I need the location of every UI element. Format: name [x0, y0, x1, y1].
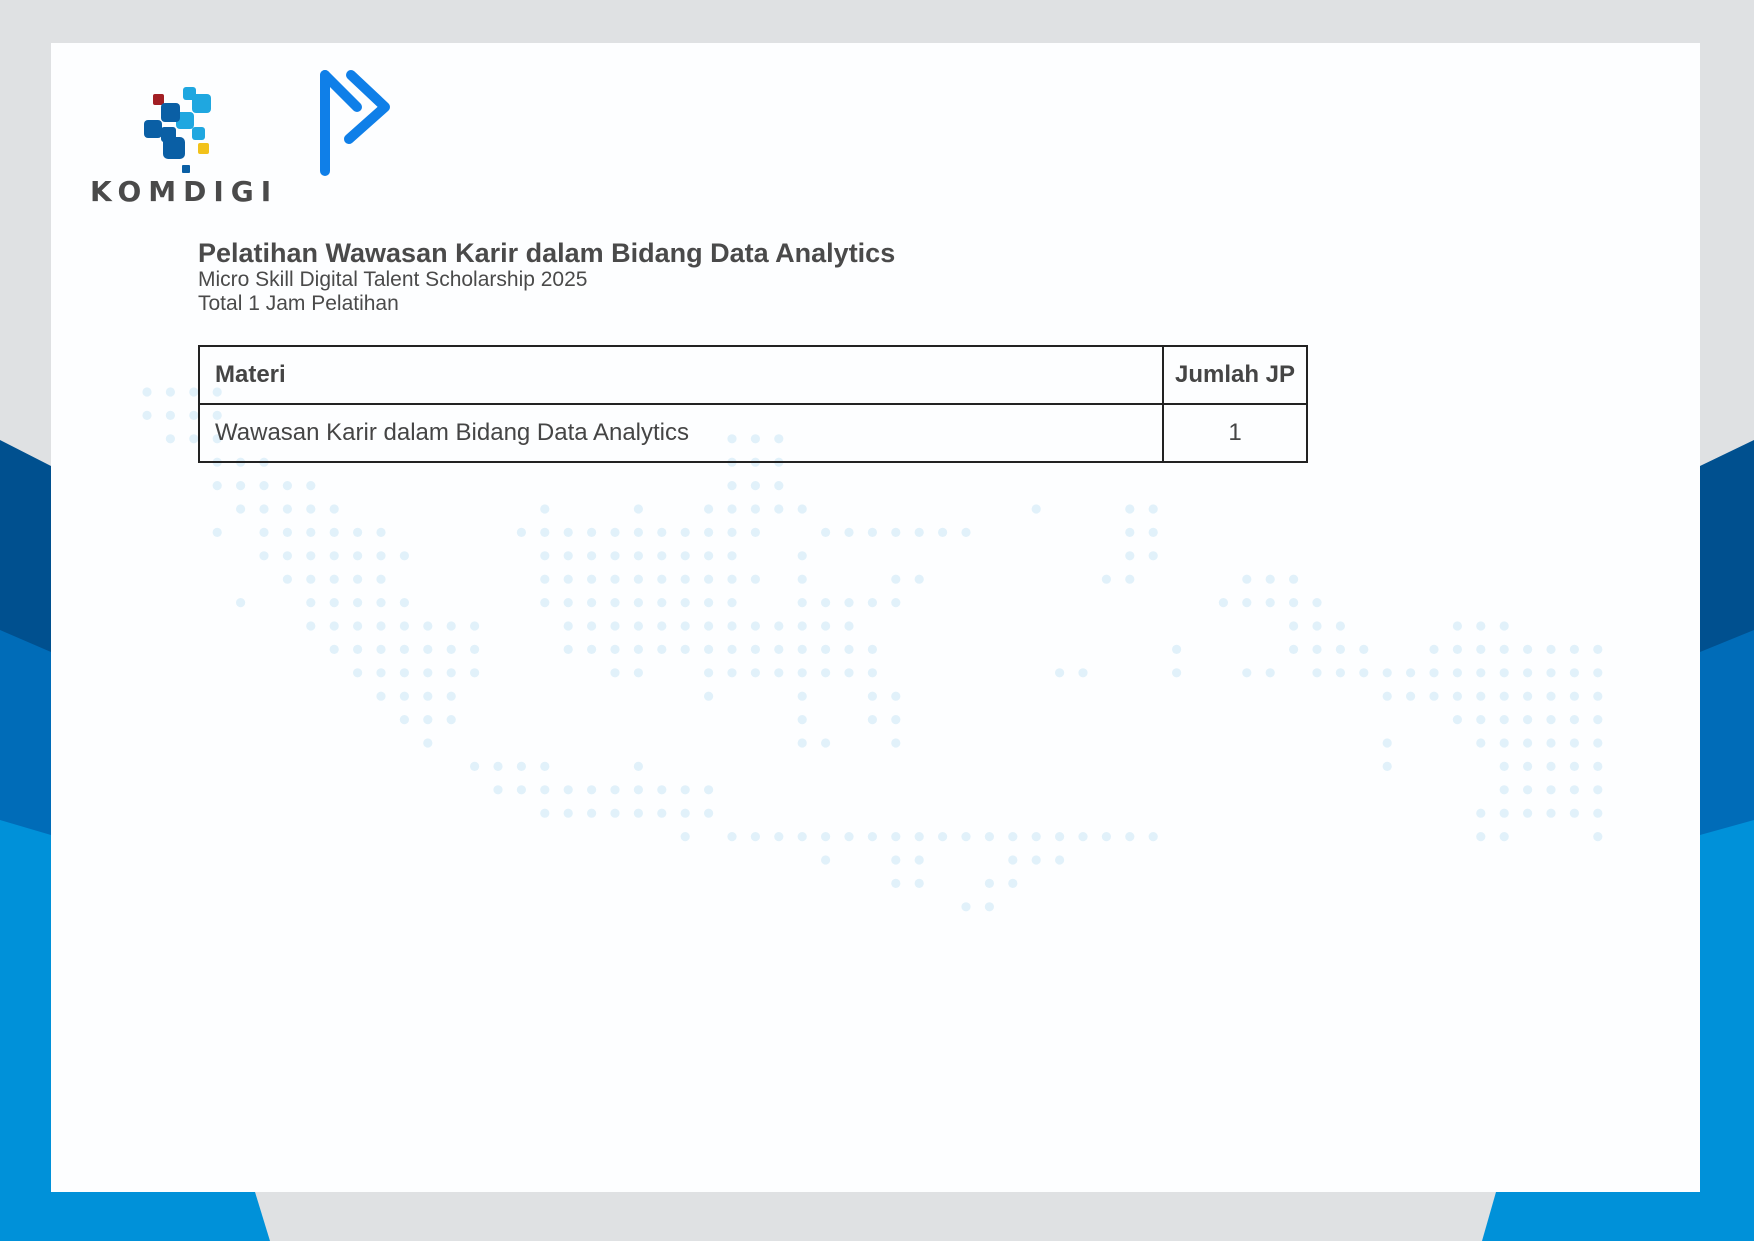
training-title: Pelatihan Wawasan Karir dalam Bidang Dat…	[198, 238, 896, 268]
table-header-row: Materi Jumlah JP	[198, 345, 1308, 405]
brand-arrow-logo	[320, 70, 390, 176]
program-name: Micro Skill Digital Talent Scholarship 2…	[198, 268, 588, 291]
header-materi: Materi	[198, 345, 1164, 405]
komdigi-logo: KOMDIGI	[91, 87, 278, 208]
header-jumlah-jp: Jumlah JP	[1162, 345, 1308, 405]
jumlah-jp-cell: 1	[1162, 403, 1308, 463]
komdigi-wordmark: KOMDIGI	[91, 175, 278, 208]
certificate-header: Pelatihan Wawasan Karir dalam Bidang Dat…	[198, 238, 895, 316]
materi-table: Materi Jumlah JP Wawasan Karir dalam Bid…	[198, 345, 1308, 463]
certificate-card: KOMDIGI Pelatihan Wawasan Karir dalam Bi…	[51, 43, 1700, 1192]
indonesia-dot-map	[142, 387, 1603, 912]
materi-cell: Wawasan Karir dalam Bidang Data Analytic…	[198, 403, 1164, 463]
total-hours: Total 1 Jam Pelatihan	[198, 292, 399, 315]
table-row: Wawasan Karir dalam Bidang Data Analytic…	[198, 403, 1308, 463]
